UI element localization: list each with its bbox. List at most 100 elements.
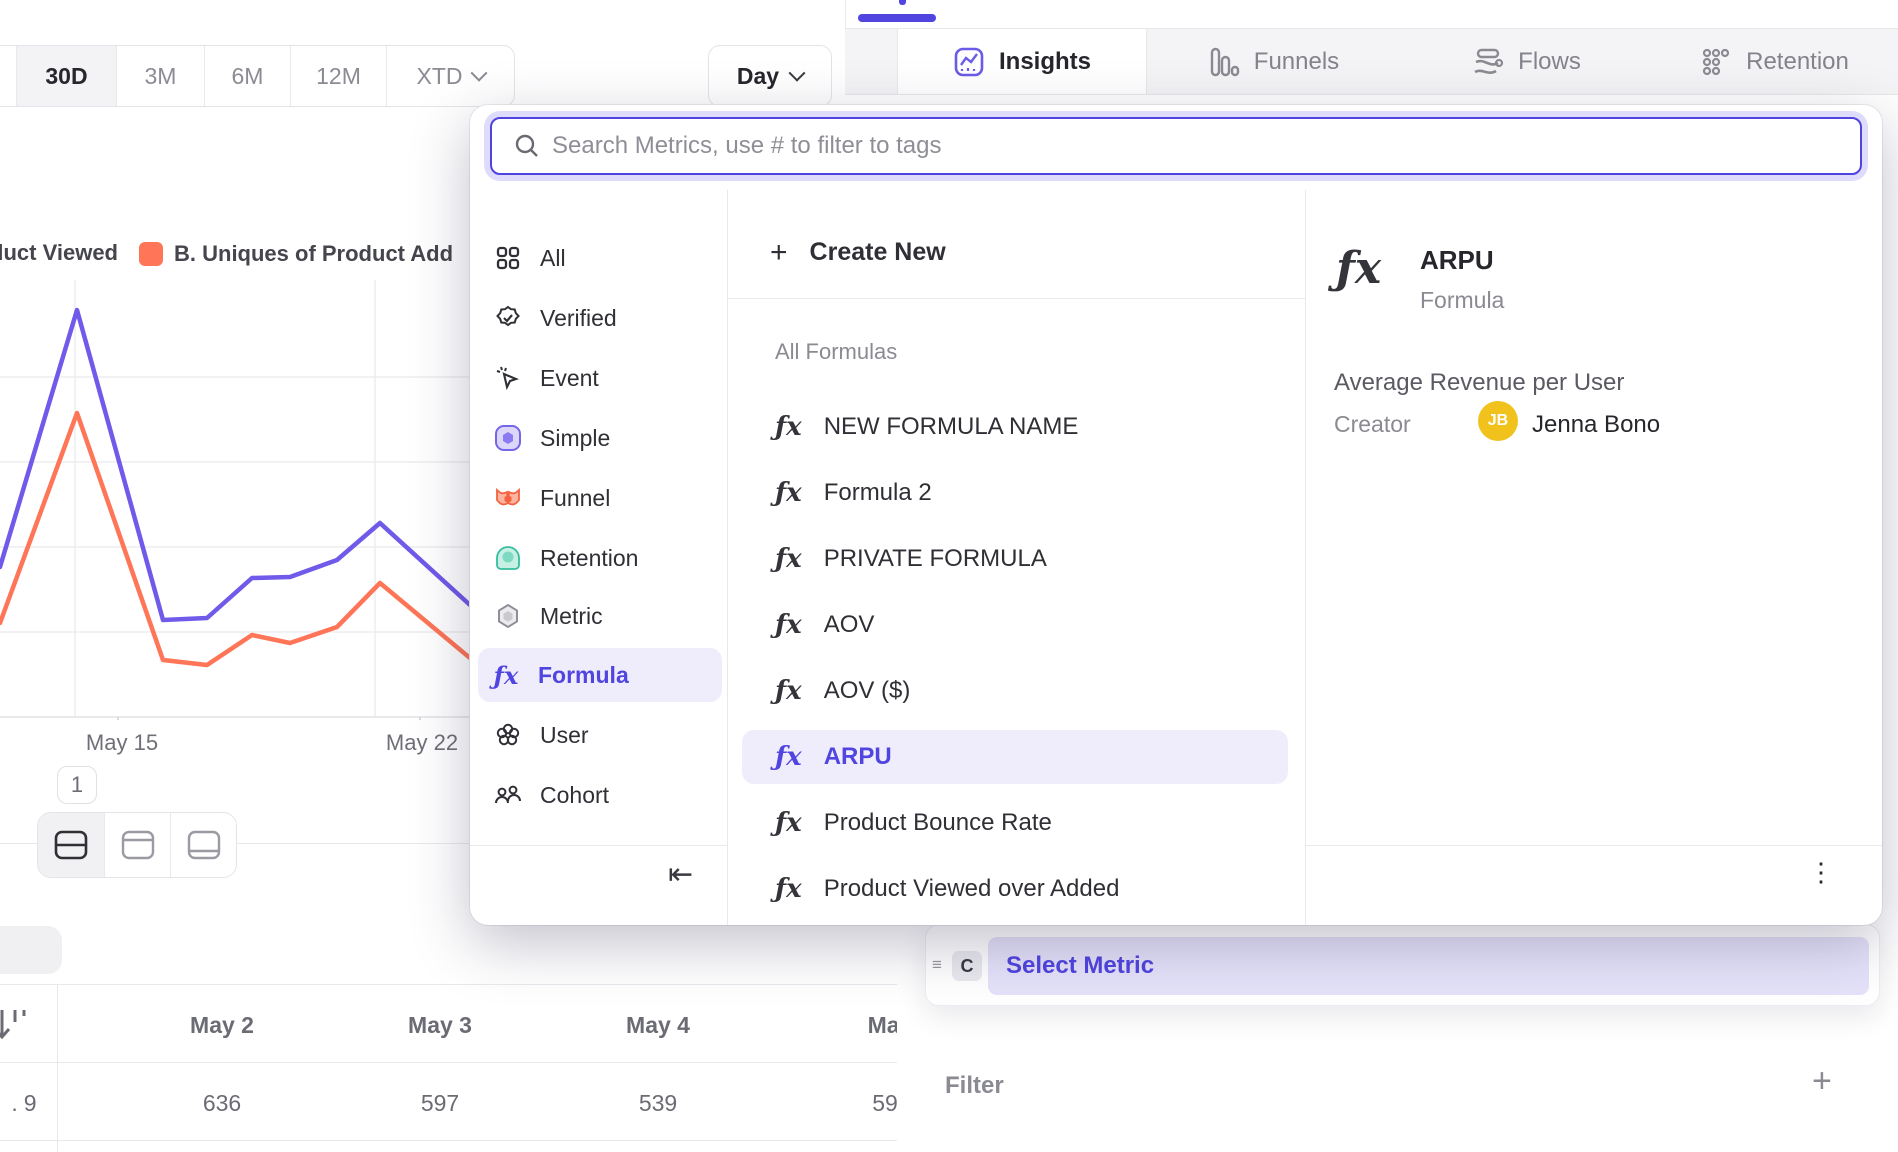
category-event-label: Event <box>540 365 599 392</box>
table-header-may4[interactable]: May 4 <box>583 1012 733 1039</box>
formula-fx-icon: ƒx <box>492 661 520 690</box>
create-new-button[interactable]: + Create New <box>770 238 946 267</box>
simple-hexagon-icon <box>494 425 522 451</box>
legend-b-label[interactable]: B. Uniques of Product Add <box>174 241 453 267</box>
category-all-label: All <box>540 245 566 272</box>
granularity-dropdown[interactable]: Day <box>708 45 832 107</box>
category-funnel-label: Funnel <box>540 485 610 512</box>
page-1-button[interactable]: 1 <box>57 766 97 804</box>
collapse-sidebar-icon[interactable]: ⇤ <box>668 857 693 892</box>
category-event[interactable]: Event <box>480 354 720 402</box>
search-input[interactable] <box>552 132 1812 160</box>
app-root: 30D 3M 6M 12M XTD Day duct Viewed B. Uni… <box>0 0 1898 1152</box>
category-simple[interactable]: Simple <box>480 414 720 462</box>
detail-title: ARPU <box>1420 245 1494 276</box>
select-metric-field[interactable]: Select Metric <box>988 937 1869 995</box>
creator-label: Creator <box>1334 411 1411 438</box>
formula-item-4[interactable]: ƒx AOV ($) <box>740 663 1290 719</box>
table-header-bottom-border <box>0 1062 897 1063</box>
tab-retention[interactable]: Retention <box>1651 29 1898 94</box>
time-range-xtd-label: XTD <box>417 63 463 90</box>
category-retention[interactable]: Retention <box>480 534 720 582</box>
formula-item-3[interactable]: ƒx AOV <box>740 597 1290 653</box>
formula-item-label: ARPU <box>824 743 892 771</box>
top-pane-divider <box>845 0 846 28</box>
formula-item-label: AOV <box>824 611 875 639</box>
section-header: All Formulas <box>775 339 897 365</box>
metric-hexagon-icon <box>494 603 522 629</box>
select-metric-label: Select Metric <box>1006 952 1154 980</box>
formula-item-6[interactable]: ƒx Product Bounce Rate <box>740 795 1290 851</box>
detail-footer-divider <box>1305 845 1882 846</box>
metric-picker-modal: All Verified Event Simple Funnel <box>470 105 1882 925</box>
formula-detail-fx-icon: ƒx <box>1336 243 1381 294</box>
layout-top-button[interactable] <box>104 813 170 877</box>
create-new-label: Create New <box>810 238 946 267</box>
funnels-bars-icon <box>1208 46 1240 78</box>
retention-dots-icon <box>1700 46 1732 78</box>
creator-name: Jenna Bono <box>1532 411 1660 439</box>
plus-icon: + <box>770 240 788 266</box>
metric-clause-card: ≡ C Select Metric <box>925 924 1880 1006</box>
time-range-partial-button[interactable] <box>0 46 16 106</box>
kebab-menu-icon[interactable]: ⋮ <box>1808 857 1835 888</box>
add-filter-button[interactable]: + <box>1812 1062 1832 1101</box>
category-formula-selected[interactable]: ƒx Formula <box>478 648 722 702</box>
category-user[interactable]: User <box>480 711 720 759</box>
table-first-col-divider <box>57 984 58 1152</box>
tab-insights[interactable]: Insights <box>897 29 1147 94</box>
verified-badge-icon <box>494 305 522 331</box>
tab-funnels[interactable]: Funnels <box>1147 29 1400 94</box>
category-cohort[interactable]: Cohort <box>480 771 720 819</box>
table-header-may2[interactable]: May 2 <box>147 1012 297 1039</box>
table-header-may3[interactable]: May 3 <box>365 1012 515 1039</box>
legend-item-a[interactable]: duct Viewed <box>0 240 118 270</box>
layout-bottom-button[interactable] <box>170 813 236 877</box>
time-range-6m-button[interactable]: 6M <box>204 46 290 106</box>
time-range-3m-button[interactable]: 3M <box>116 46 204 106</box>
sort-descending-icon[interactable] <box>0 1002 32 1046</box>
table-corner-pill[interactable] <box>0 926 62 974</box>
tab-retention-label: Retention <box>1746 48 1849 76</box>
category-retention-label: Retention <box>540 545 638 572</box>
tab-indicator-bar <box>858 14 936 22</box>
formula-item-7[interactable]: ƒx Product Viewed over Added <box>740 861 1290 917</box>
formula-item-0[interactable]: ƒx NEW FORMULA NAME <box>740 399 1290 455</box>
table-row-divider <box>0 1140 897 1141</box>
drag-handle-icon[interactable]: ≡ <box>932 955 943 975</box>
sidebar-footer-divider <box>470 845 727 846</box>
category-verified[interactable]: Verified <box>480 294 720 342</box>
formula-item-arpu-selected[interactable]: ƒx ARPU <box>740 729 1290 785</box>
flows-squiggle-icon <box>1470 46 1504 78</box>
tab-insights-label: Insights <box>999 48 1091 76</box>
time-range-xtd-button[interactable]: XTD <box>386 46 514 106</box>
grid-icon <box>494 246 522 270</box>
category-formula-label: Formula <box>538 662 629 689</box>
legend-a-label: duct Viewed <box>0 240 118 266</box>
metric-search[interactable] <box>490 117 1862 175</box>
retention-circle-icon <box>494 545 522 571</box>
formula-item-2[interactable]: ƒx PRIVATE FORMULA <box>740 531 1290 587</box>
formula-item-1[interactable]: ƒx Formula 2 <box>740 465 1290 521</box>
time-range-30d-button[interactable]: 30D <box>16 46 116 106</box>
table-header-may5-clipped[interactable]: May <box>815 1012 897 1039</box>
creator-avatar: JB <box>1478 401 1518 441</box>
table-cell-may3: 597 <box>365 1090 515 1117</box>
funnel-wings-icon <box>494 485 522 511</box>
time-range-12m-button[interactable]: 12M <box>290 46 386 106</box>
category-funnel[interactable]: Funnel <box>480 474 720 522</box>
chevron-down-icon <box>789 65 806 82</box>
table-header-top-border <box>0 984 897 985</box>
line-chart[interactable] <box>0 280 470 720</box>
layout-split-button[interactable] <box>38 813 104 877</box>
fx-icon: ƒx <box>775 742 802 772</box>
category-metric[interactable]: Metric <box>480 592 720 640</box>
sidebar-column-divider <box>727 190 728 925</box>
category-all[interactable]: All <box>480 234 720 282</box>
x-axis-tick-may22: May 22 <box>362 730 482 756</box>
fx-icon: ƒx <box>775 808 802 838</box>
create-new-divider <box>727 298 1305 299</box>
table-cell-may2: 636 <box>147 1090 297 1117</box>
tab-flows[interactable]: Flows <box>1400 29 1651 94</box>
formula-item-label: NEW FORMULA NAME <box>824 413 1079 441</box>
